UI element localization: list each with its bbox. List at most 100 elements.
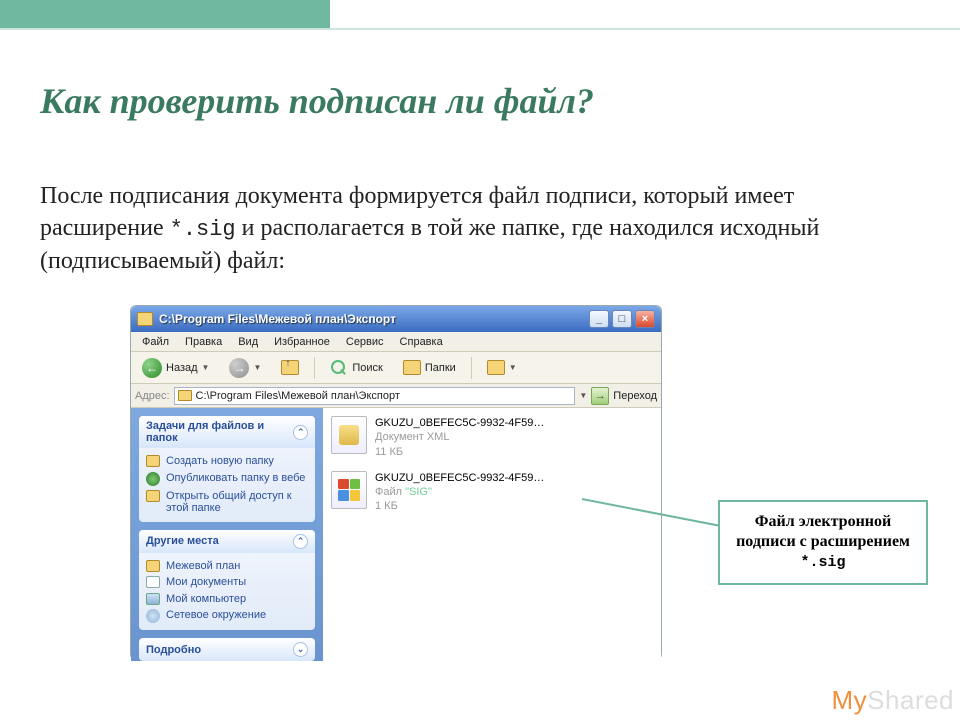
watermark: MyShared [831,685,954,716]
close-button[interactable]: × [635,310,655,328]
place-network[interactable]: Сетевое окружение [146,607,308,625]
panel-places-header[interactable]: Другие места ⌃ [139,530,315,553]
panel-details: Подробно ⌄ [139,638,315,661]
panel-details-title: Подробно [146,644,201,656]
views-icon [487,360,505,375]
window-titlebar[interactable]: C:\Program Files\Межевой план\Экспорт _ … [131,306,661,332]
search-button[interactable]: Поиск [323,356,389,380]
file-size: 1 КБ [375,499,544,513]
explorer-window: C:\Program Files\Межевой план\Экспорт _ … [130,305,662,660]
toolbar-separator [314,357,315,379]
expand-icon[interactable]: ⌄ [293,642,308,657]
watermark-my: My [831,685,867,715]
folder-icon [137,312,153,326]
slide-body-text: После подписания документа формируется ф… [40,180,920,277]
folder-icon [178,390,192,401]
sig-file-icon [331,471,367,509]
place-my-documents[interactable]: Мои документы [146,574,308,591]
task-new-folder[interactable]: Создать новую папку [146,453,308,470]
file-item-sig[interactable]: GKUZU_0BEFEC5C-9932-4F59… Файл "SIG" 1 К… [331,471,653,514]
chevron-down-icon: ▼ [509,363,517,372]
forward-button[interactable]: → ▼ [222,355,268,381]
task-label: Открыть общий доступ к этой папке [166,490,308,515]
menu-edit[interactable]: Правка [178,334,229,350]
header-divider [0,28,960,30]
forward-icon: → [229,358,249,378]
globe-icon [146,472,160,486]
panel-tasks-body: Создать новую папку Опубликовать папку в… [139,448,315,522]
panel-places-body: Межевой план Мои документы Мой компьютер… [139,553,315,631]
callout-box: Файл электронной подписи с расширением *… [718,500,928,585]
task-publish[interactable]: Опубликовать папку в вебе [146,470,308,488]
chevron-down-icon: ▼ [202,363,210,372]
menu-file[interactable]: Файл [135,334,176,350]
folder-up-icon [281,360,299,375]
back-button[interactable]: ← Назад ▼ [135,355,216,381]
menu-bar: Файл Правка Вид Избранное Сервис Справка [131,332,661,352]
panel-tasks-title: Задачи для файлов и папок [146,420,293,444]
task-share[interactable]: Открыть общий доступ к этой папке [146,488,308,517]
file-meta: GKUZU_0BEFEC5C-9932-4F59… Файл "SIG" 1 К… [375,471,544,514]
address-label: Адрес: [135,390,170,402]
xml-file-icon [331,416,367,454]
toolbar-separator [471,357,472,379]
task-label: Опубликовать папку в вебе [166,472,305,485]
panel-details-header[interactable]: Подробно ⌄ [139,638,315,661]
place-parent-folder[interactable]: Межевой план [146,558,308,575]
slide-title: Как проверить подписан ли файл? [40,80,594,122]
file-meta: GKUZU_0BEFEC5C-9932-4F59… Документ XML 1… [375,416,544,459]
search-label: Поиск [352,362,382,374]
file-size: 11 КБ [375,445,544,459]
panel-tasks: Задачи для файлов и папок ⌃ Создать нову… [139,416,315,522]
back-label: Назад [166,362,198,374]
folders-label: Папки [425,362,456,374]
share-icon [146,490,160,502]
folder-icon [146,560,160,572]
address-bar: Адрес: C:\Program Files\Межевой план\Экс… [131,384,661,408]
task-label: Создать новую папку [166,455,274,468]
file-type: Файл "SIG" [375,485,544,499]
file-name: GKUZU_0BEFEC5C-9932-4F59… [375,416,544,430]
collapse-icon[interactable]: ⌃ [293,425,308,440]
panel-places: Другие места ⌃ Межевой план Мои документ… [139,530,315,631]
collapse-icon[interactable]: ⌃ [293,534,308,549]
place-my-computer[interactable]: Мой компьютер [146,591,308,608]
go-button[interactable]: → [591,387,609,405]
maximize-button[interactable]: □ [612,310,632,328]
watermark-shared: Shared [867,685,954,715]
views-button[interactable]: ▼ [480,357,524,378]
panel-places-title: Другие места [146,535,219,547]
windows-logo-icon [338,479,360,501]
window-title: C:\Program Files\Межевой план\Экспорт [159,312,586,326]
menu-view[interactable]: Вид [231,334,265,350]
xml-badge-icon [339,425,359,445]
go-label[interactable]: Переход [613,390,657,402]
address-input[interactable]: C:\Program Files\Межевой план\Экспорт [174,387,576,405]
file-list[interactable]: GKUZU_0BEFEC5C-9932-4F59… Документ XML 1… [323,408,661,661]
callout-extension: *.sig [800,554,845,571]
folder-icon [146,455,160,467]
chevron-down-icon[interactable]: ▼ [579,391,587,400]
toolbar: ← Назад ▼ → ▼ Поиск Папки ▼ [131,352,661,384]
file-type: Документ XML [375,430,544,444]
network-icon [146,609,160,623]
menu-help[interactable]: Справка [393,334,450,350]
callout-text: Файл электронной подписи с расширением [736,513,910,550]
address-value: C:\Program Files\Межевой план\Экспорт [196,390,400,402]
file-type-prefix: Файл [375,486,405,498]
panel-tasks-header[interactable]: Задачи для файлов и папок ⌃ [139,416,315,448]
up-button[interactable] [274,357,306,378]
file-name: GKUZU_0BEFEC5C-9932-4F59… [375,471,544,485]
place-label: Сетевое окружение [166,609,266,622]
folders-button[interactable]: Папки [396,357,463,378]
chevron-down-icon: ▼ [253,363,261,372]
place-label: Мои документы [166,576,246,589]
file-item-xml[interactable]: GKUZU_0BEFEC5C-9932-4F59… Документ XML 1… [331,416,653,459]
menu-favorites[interactable]: Избранное [267,334,337,350]
place-label: Мой компьютер [166,593,246,606]
minimize-button[interactable]: _ [589,310,609,328]
menu-tools[interactable]: Сервис [339,334,391,350]
tasks-sidebar: Задачи для файлов и папок ⌃ Создать нову… [131,408,323,661]
explorer-content: Задачи для файлов и папок ⌃ Создать нову… [131,408,661,661]
header-accent-band [0,0,330,28]
